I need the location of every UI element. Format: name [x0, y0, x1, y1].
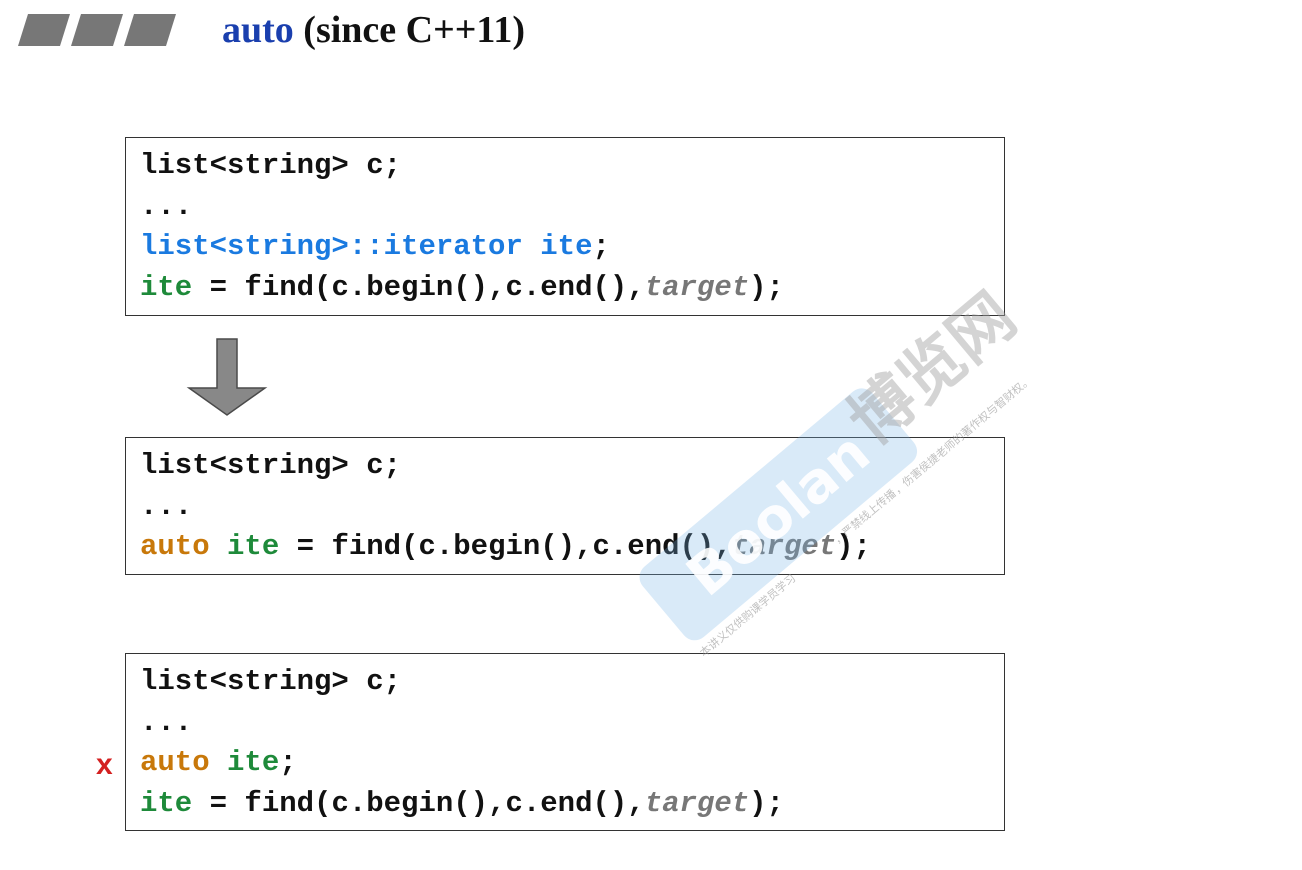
- code-line: ite = find(c.begin(),c.end(),target);: [140, 268, 990, 309]
- code-line: auto ite;: [140, 743, 990, 784]
- code-token: list<string>::iterator ite: [140, 230, 593, 263]
- watermark-fine-print-1: 本讲义仅供购课学员学习: [697, 571, 799, 660]
- code-token: list<string> c;: [140, 449, 402, 482]
- code-token: target: [644, 786, 750, 820]
- code-token: );: [836, 530, 871, 563]
- code-line: auto ite = find(c.begin(),c.end(),target…: [140, 527, 990, 568]
- code-token: ite: [140, 786, 193, 820]
- code-line: ...: [140, 487, 990, 528]
- code-line: list<string> c;: [140, 146, 990, 187]
- code-token: target: [644, 270, 750, 304]
- slide-title: auto (since C++11): [222, 8, 525, 52]
- title-rest: (since C++11): [293, 9, 525, 51]
- code-token: ;: [592, 230, 610, 263]
- code-line: list<string> c;: [140, 446, 990, 487]
- code-token: = find(c.begin(),c.end(),: [279, 530, 732, 563]
- code-token: ...: [140, 189, 193, 223]
- code-token: ...: [140, 705, 193, 739]
- code-token: = find(c.begin(),c.end(),: [192, 270, 645, 304]
- code-token: );: [749, 270, 784, 304]
- code-token: );: [749, 786, 784, 820]
- code-line: list<string> c;: [140, 662, 990, 703]
- code-line: ...: [140, 187, 990, 228]
- code-token: = find(c.begin(),c.end(),: [192, 786, 645, 820]
- code-line: list<string>::iterator ite;: [140, 227, 990, 268]
- code-token: list<string> c;: [140, 149, 402, 182]
- code-block-original: list<string> c;...list<string>::iterator…: [125, 137, 1005, 316]
- code-token: target: [731, 530, 837, 563]
- code-token: ...: [140, 489, 193, 523]
- code-token: ite: [140, 270, 193, 304]
- code-line: ite = find(c.begin(),c.end(),target);: [140, 784, 990, 825]
- code-block-auto: list<string> c;... auto ite = find(c.begi…: [125, 437, 1005, 575]
- slanted-bars-icon: [18, 14, 176, 46]
- code-token: auto: [140, 746, 210, 779]
- code-token: auto: [140, 530, 210, 563]
- code-token: ite: [227, 530, 280, 563]
- invalid-marker: x: [96, 748, 113, 781]
- title-keyword: auto: [222, 9, 294, 51]
- code-token: ite: [227, 746, 280, 779]
- code-token: list<string> c;: [140, 665, 402, 698]
- down-arrow-icon: [186, 338, 268, 416]
- code-block-invalid: list<string> c;... auto ite; ite = find(c.…: [125, 653, 1005, 831]
- code-token: ;: [279, 746, 297, 779]
- code-line: ...: [140, 703, 990, 744]
